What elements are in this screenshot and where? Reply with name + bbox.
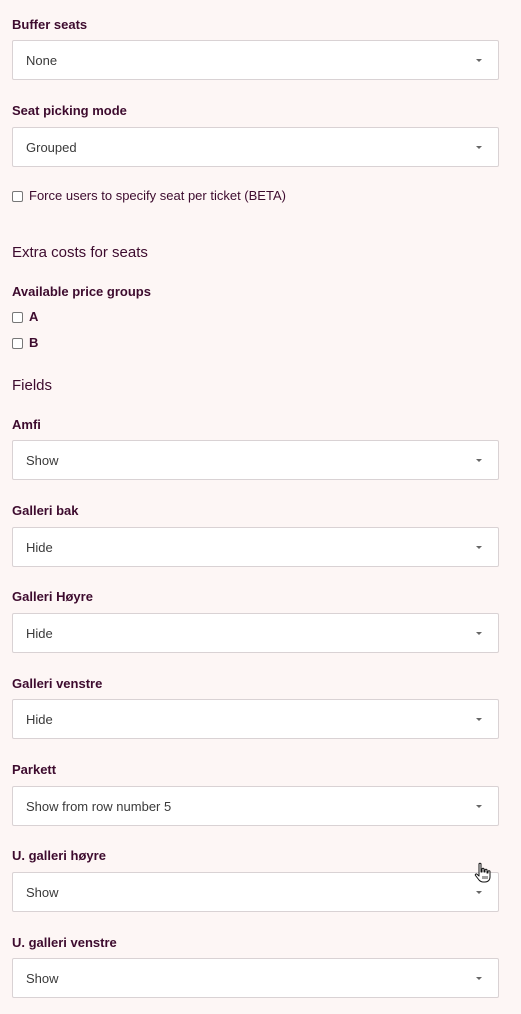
field-galleri-hoyre-select[interactable]: Hide	[12, 613, 499, 653]
field-galleri-hoyre-value: Hide	[26, 626, 53, 641]
buffer-seats-label: Buffer seats	[12, 17, 88, 32]
buffer-seats-value: None	[26, 53, 58, 68]
price-group-a-row[interactable]: A	[12, 309, 38, 325]
price-group-b-label: B	[29, 335, 39, 350]
extra-costs-title: Extra costs for seats	[12, 244, 148, 261]
field-galleri-venstre-value: Hide	[26, 712, 53, 727]
field-amfi-label: Amfi	[12, 417, 41, 432]
price-group-a-label: A	[29, 309, 39, 324]
force-seat-per-ticket-checkbox[interactable]	[12, 190, 23, 202]
hand-pointer-icon	[474, 862, 491, 883]
field-galleri-bak-value: Hide	[26, 540, 53, 555]
price-group-b-row[interactable]: B	[12, 335, 38, 351]
price-group-a-checkbox[interactable]	[12, 311, 23, 323]
price-group-b-checkbox[interactable]	[12, 337, 23, 349]
seat-picking-mode-label: Seat picking mode	[12, 103, 127, 118]
caret-down-icon	[476, 891, 482, 894]
field-amfi-select[interactable]: Show	[12, 440, 499, 480]
field-u-galleri-hoyre-select[interactable]: Show	[12, 872, 499, 912]
field-galleri-bak-label: Galleri bak	[12, 503, 79, 518]
field-u-galleri-venstre-select[interactable]: Show	[12, 958, 499, 998]
caret-down-icon	[476, 977, 482, 980]
caret-down-icon	[476, 632, 482, 635]
caret-down-icon	[476, 146, 482, 149]
force-seat-per-ticket-label: Force users to specify seat per ticket (…	[29, 188, 286, 203]
field-amfi-value: Show	[26, 453, 59, 468]
field-parkett-select[interactable]: Show from row number 5	[12, 786, 499, 826]
force-seat-per-ticket-row[interactable]: Force users to specify seat per ticket (…	[12, 188, 286, 204]
buffer-seats-select[interactable]: None	[12, 40, 499, 80]
field-parkett-value: Show from row number 5	[26, 799, 172, 814]
price-groups-label: Available price groups	[12, 284, 151, 299]
field-u-galleri-venstre-label: U. galleri venstre	[12, 935, 117, 950]
caret-down-icon	[476, 59, 482, 62]
field-galleri-bak-select[interactable]: Hide	[12, 527, 499, 567]
caret-down-icon	[476, 459, 482, 462]
field-u-galleri-venstre-value: Show	[26, 971, 59, 986]
fields-title: Fields	[12, 377, 53, 394]
seat-picking-mode-value: Grouped	[26, 140, 77, 155]
field-galleri-hoyre-label: Galleri Høyre	[12, 589, 93, 604]
seat-picking-mode-select[interactable]: Grouped	[12, 127, 499, 167]
field-galleri-venstre-label: Galleri venstre	[12, 676, 103, 691]
field-galleri-venstre-select[interactable]: Hide	[12, 699, 499, 739]
caret-down-icon	[476, 718, 482, 721]
field-u-galleri-hoyre-value: Show	[26, 885, 59, 900]
field-parkett-label: Parkett	[12, 762, 57, 777]
caret-down-icon	[476, 546, 482, 549]
caret-down-icon	[476, 805, 482, 808]
field-u-galleri-hoyre-label: U. galleri høyre	[12, 848, 106, 863]
